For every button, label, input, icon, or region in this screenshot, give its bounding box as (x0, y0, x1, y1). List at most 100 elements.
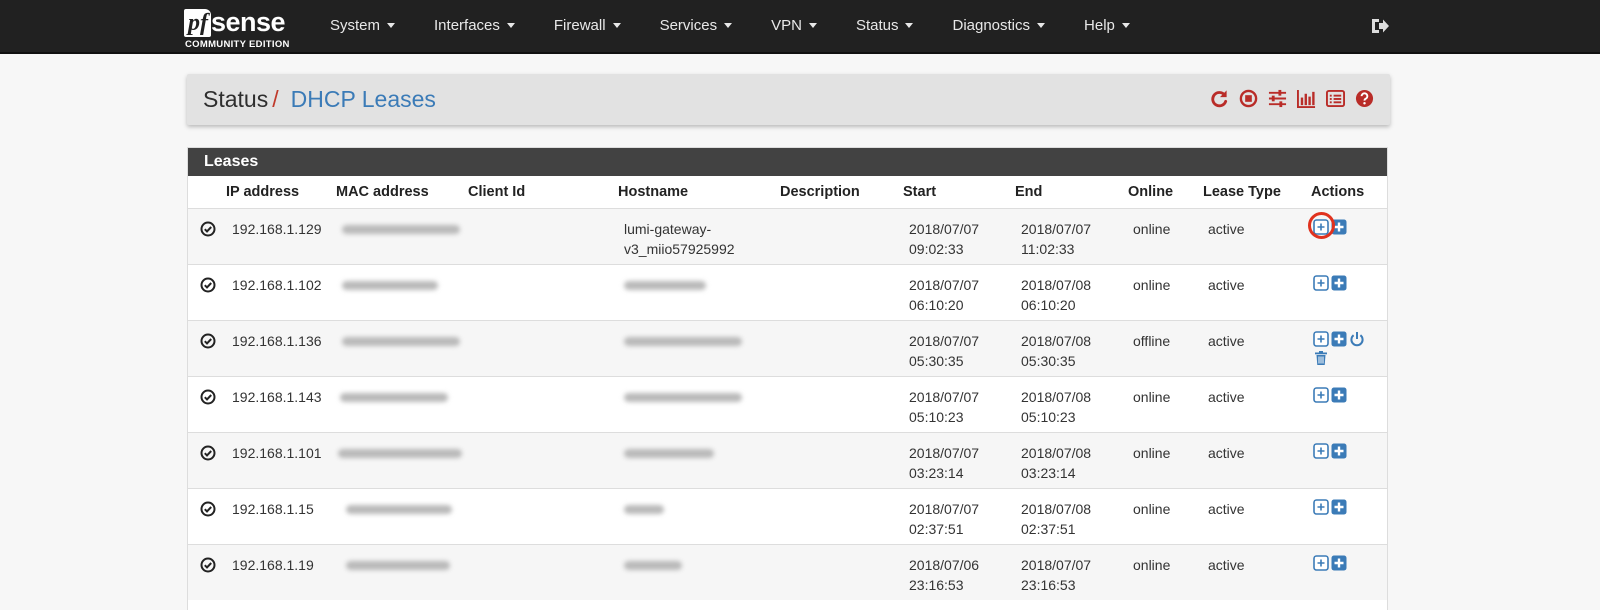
sliders-icon[interactable] (1268, 89, 1287, 108)
end-date: 2018/07/08 (1021, 388, 1092, 405)
sign-out-icon[interactable] (1370, 16, 1390, 36)
col-hostname[interactable]: Hostname (618, 176, 780, 208)
lease-mac-redacted (336, 319, 468, 376)
lease-actions (1311, 375, 1387, 432)
col-actions: Actions (1311, 183, 1365, 200)
plus-square-icon[interactable] (1331, 331, 1347, 347)
caret-down-icon (808, 22, 817, 28)
plus-square-icon[interactable] (1331, 387, 1347, 403)
menu-firewall[interactable]: Firewall (534, 0, 640, 52)
lease-client-id (468, 543, 618, 600)
col-client-id[interactable]: Client Id (468, 176, 618, 208)
caret-down-icon (905, 22, 914, 28)
plus-square-outline-icon[interactable] (1313, 442, 1329, 459)
table-row: 192.168.1.19 2018/07/06 23:16:53 2018/07/… (188, 543, 1387, 600)
pfsense-logo[interactable]: pf sense COMMUNITY EDITION (184, 5, 300, 51)
lease-hostname: lumi-gateway-v3_miio57925992 (618, 207, 780, 264)
lease-online: online (1128, 263, 1203, 320)
end-time: 03:23:14 (1021, 464, 1076, 481)
check-circle-icon (200, 277, 216, 292)
lease-client-id (468, 263, 618, 320)
lease-ip: 192.168.1.19 (226, 543, 336, 600)
plus-square-outline-icon[interactable] (1313, 218, 1329, 235)
end-time: 23:16:53 (1021, 576, 1076, 593)
plus-square-icon[interactable] (1331, 499, 1347, 515)
end-date: 2018/07/08 (1021, 444, 1092, 461)
lease-description (780, 375, 903, 432)
hostname-line: v3_miio57925992 (624, 240, 735, 257)
start-date: 2018/07/06 (909, 556, 980, 573)
plus-square-outline-icon[interactable] (1313, 274, 1329, 291)
lease-mac-redacted (336, 375, 468, 432)
col-end[interactable]: End (1015, 176, 1128, 208)
lease-end: 2018/07/08 06:10:20 (1015, 263, 1128, 320)
menu-vpn[interactable]: VPN (751, 0, 836, 52)
start-time: 23:16:53 (909, 576, 964, 593)
menu-status[interactable]: Status (836, 0, 933, 52)
plus-square-icon[interactable] (1331, 219, 1347, 235)
check-circle-icon (200, 333, 216, 348)
menu-help[interactable]: Help (1064, 0, 1149, 52)
menu-services[interactable]: Services (640, 0, 752, 52)
col-start[interactable]: Start (903, 176, 1015, 208)
lease-actions (1311, 319, 1387, 376)
menu-label: Interfaces (434, 17, 500, 34)
col-online[interactable]: Online (1128, 176, 1203, 208)
lease-description (780, 487, 903, 544)
lease-ip: 192.168.1.129 (226, 207, 336, 264)
lease-actions (1311, 431, 1387, 488)
start-date: 2018/07/07 (909, 220, 980, 237)
refresh-icon[interactable] (1210, 89, 1229, 108)
start-time: 06:10:20 (909, 296, 964, 313)
lease-online: offline (1128, 319, 1203, 376)
start-date: 2018/07/07 (909, 500, 980, 517)
lease-end: 2018/07/08 05:30:35 (1015, 319, 1128, 376)
lease-hostname (618, 319, 780, 376)
breadcrumb-current[interactable]: DHCP Leases (291, 86, 436, 112)
menu-system[interactable]: System (310, 0, 414, 52)
menu-diagnostics[interactable]: Diagnostics (932, 0, 1064, 52)
start-time: 09:02:33 (909, 240, 964, 257)
list-icon[interactable] (1326, 89, 1345, 108)
chart-icon[interactable] (1297, 89, 1316, 108)
lease-online: online (1128, 375, 1203, 432)
plus-square-outline-icon[interactable] (1313, 330, 1329, 347)
plus-square-outline-icon[interactable] (1313, 554, 1329, 571)
col-ip[interactable]: IP address (226, 176, 336, 208)
check-circle-icon (200, 445, 216, 460)
lease-hostname (618, 543, 780, 600)
plus-square-outline-icon[interactable] (1313, 498, 1329, 515)
start-date: 2018/07/07 (909, 276, 980, 293)
lease-description (780, 263, 903, 320)
menu-label: Firewall (553, 17, 606, 34)
table-header-row: IP address MAC address Client Id Hostnam… (188, 176, 1387, 208)
trash-icon[interactable] (1313, 350, 1329, 366)
help-icon[interactable] (1355, 89, 1374, 108)
breadcrumb-root[interactable]: Status (203, 86, 268, 112)
plus-square-icon[interactable] (1331, 275, 1347, 291)
lease-type: active (1203, 487, 1311, 544)
hostname-redacted (624, 336, 742, 346)
lease-type: active (1203, 375, 1311, 432)
plus-square-icon[interactable] (1331, 555, 1347, 571)
plus-square-outline-icon[interactable] (1313, 386, 1329, 403)
hostname-redacted (624, 448, 714, 458)
logo-sense: sense (211, 7, 286, 37)
logo-edition: COMMUNITY EDITION (185, 39, 290, 50)
plus-square-icon[interactable] (1331, 443, 1347, 459)
main-menu: System Interfaces Firewall Services VPN … (310, 0, 1149, 52)
menu-label: VPN (771, 17, 802, 34)
start-time: 02:37:51 (909, 520, 964, 537)
stop-icon[interactable] (1239, 89, 1258, 108)
menu-interfaces[interactable]: Interfaces (414, 0, 534, 52)
col-mac[interactable]: MAC address (336, 176, 468, 208)
lease-ip: 192.168.1.136 (226, 319, 336, 376)
end-date: 2018/07/07 (1021, 220, 1092, 237)
end-time: 02:37:51 (1021, 520, 1076, 537)
power-icon[interactable] (1349, 331, 1365, 347)
col-lease-type[interactable]: Lease Type (1203, 176, 1311, 208)
menu-label: Status (855, 17, 899, 34)
col-description[interactable]: Description (780, 176, 903, 208)
lease-hostname (618, 263, 780, 320)
lease-actions (1311, 487, 1387, 544)
